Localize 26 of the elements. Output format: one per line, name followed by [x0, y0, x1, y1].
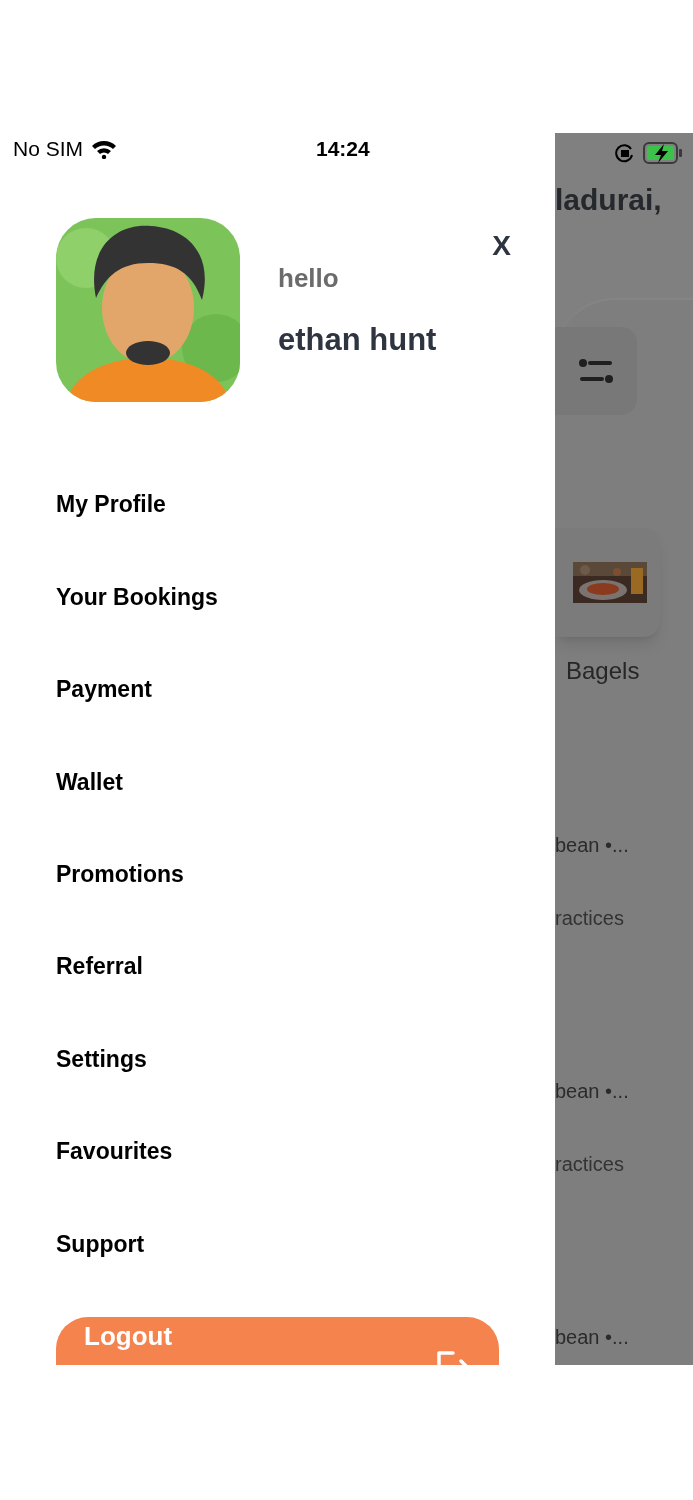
cuisine-text: bean •...: [555, 833, 630, 858]
cuisine-text: bean •...: [555, 1079, 630, 1104]
battery-charging-icon: [643, 142, 683, 164]
menu-item[interactable]: Promotions: [56, 857, 184, 892]
restaurant-note: ractices: [555, 906, 625, 931]
cuisine-text: bean •...: [555, 1325, 630, 1350]
carrier-label: No SIM: [13, 136, 83, 162]
menu-item[interactable]: Referral: [56, 949, 143, 984]
greeting-text: hello: [278, 261, 340, 294]
menu-item[interactable]: Wallet: [56, 764, 123, 800]
menu-item[interactable]: Support: [56, 1226, 145, 1262]
filter-icon: [578, 356, 614, 386]
menu-item[interactable]: Your Bookings: [56, 579, 218, 615]
filter-button[interactable]: [555, 327, 637, 415]
rotation-lock-icon: [615, 143, 635, 163]
wifi-icon: [91, 138, 117, 159]
menu-item[interactable]: Favourites: [56, 1134, 173, 1169]
category-label: Bagels: [566, 656, 641, 686]
status-time: 14:24: [316, 136, 370, 162]
menu-item[interactable]: Settings: [56, 1041, 147, 1077]
close-button[interactable]: X: [492, 229, 511, 262]
restaurant-note: ractices: [555, 1152, 625, 1177]
user-name: ethan hunt: [278, 321, 438, 358]
menu-item[interactable]: Payment: [56, 672, 152, 707]
menu-item[interactable]: My Profile: [56, 487, 166, 522]
location-title: ladurai,: [555, 182, 663, 218]
